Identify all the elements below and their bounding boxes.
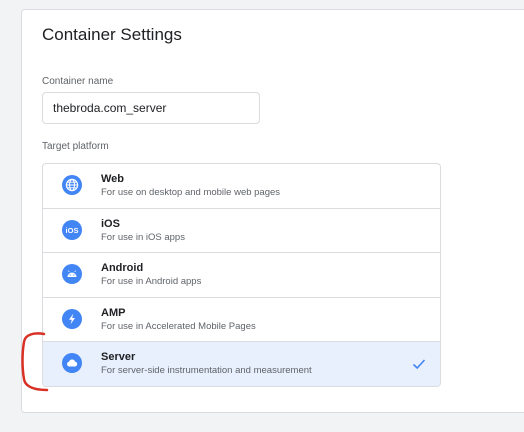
- svg-text:iOS: iOS: [66, 225, 79, 234]
- container-name-input[interactable]: [42, 92, 260, 124]
- platform-description: For use in iOS apps: [101, 231, 185, 243]
- platform-description: For use in Accelerated Mobile Pages: [101, 320, 256, 332]
- page: Container Settings Container name Target…: [0, 0, 524, 432]
- platform-description: For use on desktop and mobile web pages: [101, 187, 281, 198]
- platform-description: For use in Android apps: [101, 276, 202, 288]
- cloud-icon: [62, 353, 82, 374]
- globe-icon: [62, 175, 82, 195]
- platform-option-server[interactable]: Server For server-side instrumentation a…: [43, 342, 440, 386]
- card-title: Container Settings: [42, 25, 182, 44]
- platform-list: Web For use on desktop and mobile web pa…: [42, 163, 441, 387]
- platform-name: Android: [101, 262, 144, 275]
- platform-option-ios[interactable]: iOS iOS For use in iOS apps: [43, 209, 440, 254]
- target-platform-label: Target platform: [42, 141, 109, 152]
- android-icon: [62, 264, 82, 285]
- platform-option-amp[interactable]: AMP For use in Accelerated Mobile Pages: [43, 298, 440, 343]
- ios-icon: iOS: [62, 219, 82, 240]
- checkmark-icon: [412, 359, 426, 370]
- platform-name: iOS: [101, 217, 120, 230]
- platform-description: For server-side instrumentation and meas…: [101, 365, 312, 377]
- platform-option-web[interactable]: Web For use on desktop and mobile web pa…: [43, 164, 440, 209]
- container-settings-card: Container Settings Container name Target…: [21, 9, 524, 413]
- platform-name: Server: [101, 351, 136, 364]
- platform-name: AMP: [101, 306, 126, 319]
- container-name-label: Container name: [42, 76, 114, 87]
- lightning-icon: [62, 308, 82, 329]
- platform-option-android[interactable]: Android For use in Android apps: [43, 253, 440, 298]
- platform-name: Web: [101, 173, 125, 185]
